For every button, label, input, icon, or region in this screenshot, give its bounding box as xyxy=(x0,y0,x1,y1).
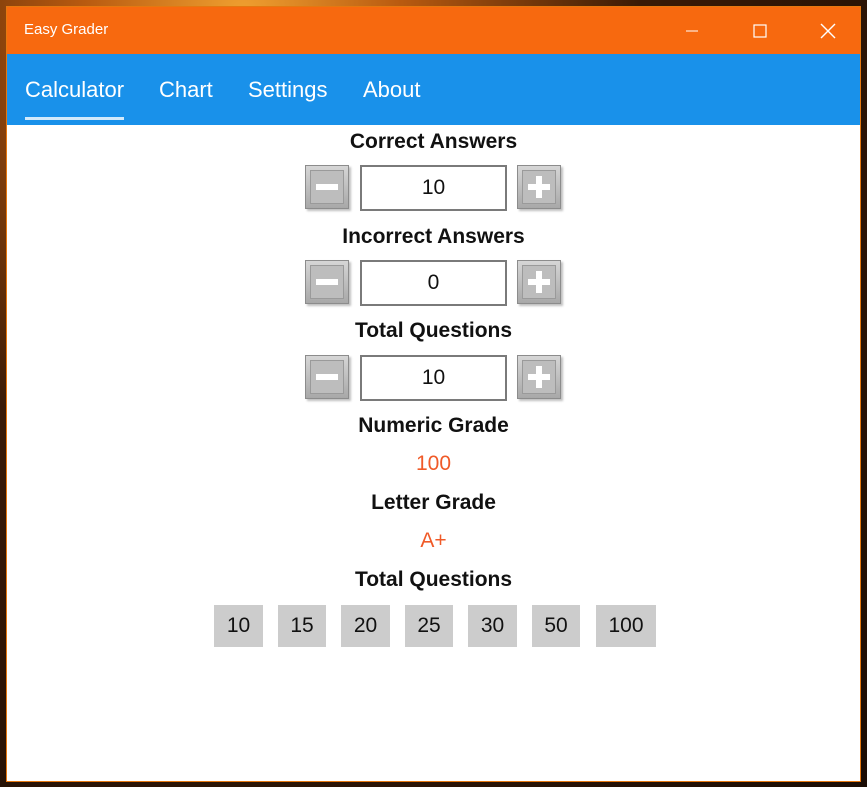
total-questions-stepper xyxy=(305,355,565,403)
letter-grade-value: A+ xyxy=(420,529,447,552)
tab-chart[interactable]: Chart xyxy=(159,77,213,103)
preset-button-30[interactable]: 30 xyxy=(468,605,517,647)
tab-about[interactable]: About xyxy=(363,77,421,103)
correct-answers-stepper xyxy=(305,165,565,213)
window-title: Easy Grader xyxy=(24,21,109,38)
plus-icon xyxy=(522,170,556,204)
total-decrement-button[interactable] xyxy=(305,355,349,399)
correct-answers-input[interactable] xyxy=(360,165,507,211)
minimize-icon xyxy=(686,30,698,31)
preset-total-questions-label: Total Questions xyxy=(354,568,513,591)
minus-icon xyxy=(310,170,344,204)
preset-button-100[interactable]: 100 xyxy=(596,605,656,647)
preset-button-50[interactable]: 50 xyxy=(532,605,580,647)
nav-bar: Calculator Chart Settings About xyxy=(7,54,860,125)
app-window: Easy Grader Calculator Chart Settings Ab… xyxy=(6,6,861,782)
preset-buttons: 10 15 20 25 30 50 100 xyxy=(7,605,860,647)
minus-icon xyxy=(310,360,344,394)
maximize-icon xyxy=(753,23,767,38)
correct-decrement-button[interactable] xyxy=(305,165,349,209)
incorrect-answers-label: Incorrect Answers xyxy=(342,225,525,248)
numeric-grade-label: Numeric Grade xyxy=(358,414,509,437)
incorrect-increment-button[interactable] xyxy=(517,260,561,304)
plus-icon xyxy=(522,265,556,299)
maximize-button[interactable] xyxy=(726,7,794,54)
minus-icon xyxy=(310,265,344,299)
close-icon xyxy=(820,23,836,38)
close-button[interactable] xyxy=(794,7,862,54)
incorrect-answers-stepper xyxy=(305,260,565,308)
total-questions-label: Total Questions xyxy=(354,319,513,342)
preset-button-25[interactable]: 25 xyxy=(405,605,453,647)
total-questions-input[interactable] xyxy=(360,355,507,401)
title-bar: Easy Grader xyxy=(7,7,860,54)
preset-button-15[interactable]: 15 xyxy=(278,605,326,647)
tab-calculator[interactable]: Calculator xyxy=(25,77,125,120)
tab-settings[interactable]: Settings xyxy=(248,77,328,103)
calculator-panel: Correct Answers Incorrect Answers Total … xyxy=(7,125,860,781)
minimize-button[interactable] xyxy=(658,7,726,54)
total-increment-button[interactable] xyxy=(517,355,561,399)
letter-grade-label: Letter Grade xyxy=(371,491,496,514)
correct-answers-label: Correct Answers xyxy=(349,130,518,153)
plus-icon xyxy=(522,360,556,394)
correct-increment-button[interactable] xyxy=(517,165,561,209)
incorrect-answers-input[interactable] xyxy=(360,260,507,306)
numeric-grade-value: 100 xyxy=(415,452,452,475)
preset-button-20[interactable]: 20 xyxy=(341,605,390,647)
preset-button-10[interactable]: 10 xyxy=(214,605,263,647)
incorrect-decrement-button[interactable] xyxy=(305,260,349,304)
